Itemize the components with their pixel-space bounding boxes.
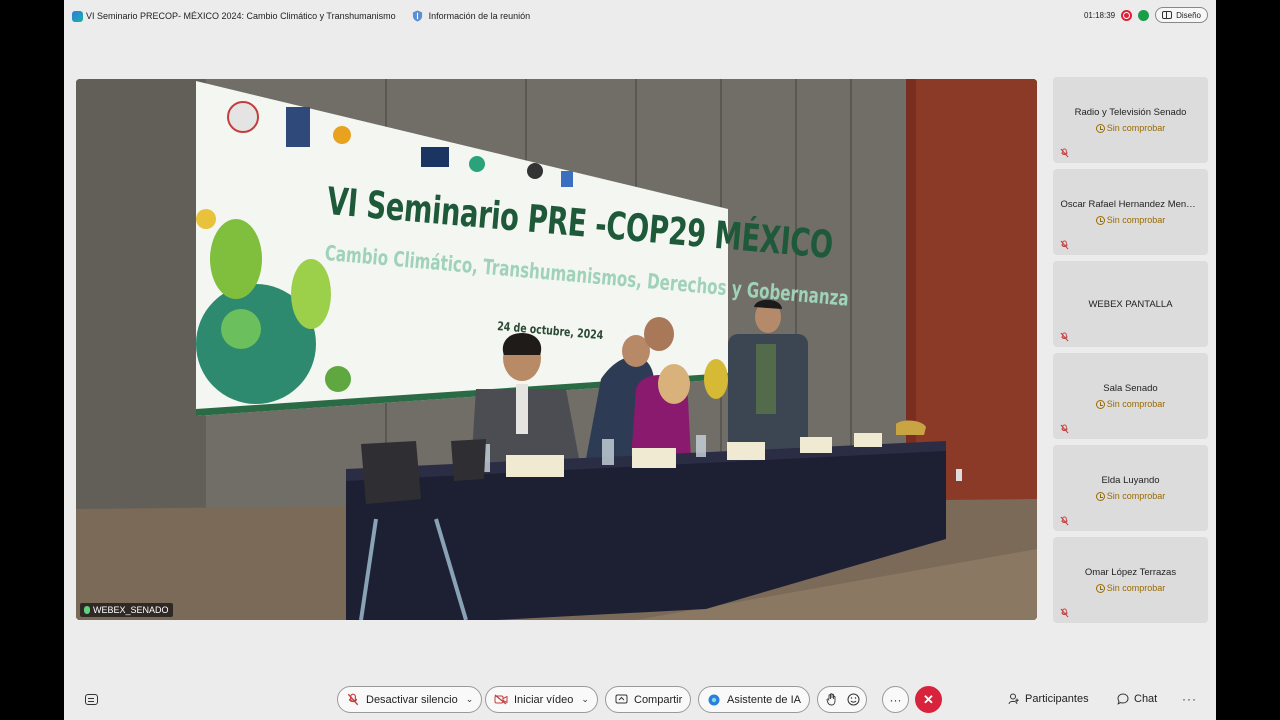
unmute-button[interactable]: Desactivar silencio ⌄ bbox=[337, 686, 483, 713]
mic-muted-icon bbox=[1060, 516, 1069, 526]
more-menu-button[interactable]: ··· bbox=[1182, 692, 1197, 706]
shield-icon[interactable] bbox=[412, 10, 423, 22]
participants-label: Participantes bbox=[1025, 693, 1089, 705]
participant-name: Radio y Televisión Senado bbox=[1074, 107, 1187, 118]
participant-tile[interactable]: Radio y Televisión Senado Sin comprobar bbox=[1053, 77, 1208, 163]
signal-icon[interactable] bbox=[1138, 9, 1150, 21]
camera-off-icon bbox=[494, 693, 508, 707]
participant-tile[interactable]: Elda Luyando Sin comprobar bbox=[1053, 445, 1208, 531]
title-left: VI Seminario PRECOP- MÉXICO 2024: Cambio… bbox=[72, 10, 530, 22]
layout-icon bbox=[1162, 11, 1173, 19]
clock-icon bbox=[1095, 399, 1105, 409]
chevron-down-icon[interactable]: ⌄ bbox=[581, 694, 589, 705]
person-icon bbox=[1008, 693, 1019, 705]
clock-icon bbox=[1095, 123, 1105, 133]
captions-icon[interactable] bbox=[85, 694, 98, 705]
title-right: 01:18:39 Diseño bbox=[1084, 7, 1208, 23]
participant-tile[interactable]: WEBEX PANTALLA bbox=[1053, 261, 1208, 347]
chat-icon bbox=[1117, 693, 1129, 705]
unmute-label: Desactivar silencio bbox=[366, 693, 458, 706]
video-name: WEBEX_SENADO bbox=[93, 605, 169, 615]
main-video[interactable]: VI Seminario PRE -COP29 MÉXICO Cambio Cl… bbox=[76, 79, 1037, 620]
participant-tile[interactable]: Omar López Terrazas Sin comprobar bbox=[1053, 537, 1208, 623]
clock-icon bbox=[1095, 491, 1105, 501]
participant-name: Sala Senado bbox=[1103, 383, 1158, 394]
mic-muted-icon bbox=[1060, 240, 1069, 250]
hand-icon[interactable] bbox=[824, 693, 838, 707]
ai-assistant-label: Asistente de IA bbox=[727, 693, 801, 706]
participant-status: Sin comprobar bbox=[1095, 583, 1165, 593]
share-label: Compartir bbox=[634, 693, 683, 706]
participants-panel: Radio y Televisión Senado Sin comprobar … bbox=[1053, 77, 1208, 629]
ai-icon bbox=[707, 693, 721, 707]
ai-assistant-button[interactable]: Asistente de IA bbox=[698, 686, 810, 713]
meeting-toolbar: Desactivar silencio ⌄ Iniciar vídeo ⌄ Co… bbox=[64, 680, 1216, 720]
participant-status: Sin comprobar bbox=[1095, 399, 1165, 409]
leave-button[interactable]: ✕ bbox=[915, 686, 942, 713]
participant-name: WEBEX PANTALLA bbox=[1088, 298, 1173, 310]
start-video-button[interactable]: Iniciar vídeo ⌄ bbox=[485, 686, 598, 713]
participant-name: Oscar Rafael Hernandez Meneses bbox=[1060, 199, 1201, 210]
participant-name: Elda Luyando bbox=[1101, 475, 1160, 486]
chat-label: Chat bbox=[1134, 693, 1158, 705]
mic-muted-icon bbox=[346, 693, 360, 707]
participant-status: Sin comprobar bbox=[1095, 491, 1165, 501]
mic-muted-icon bbox=[1060, 148, 1069, 158]
participant-status: Sin comprobar bbox=[1095, 215, 1165, 225]
share-icon bbox=[614, 693, 628, 707]
meeting-title: VI Seminario PRECOP- MÉXICO 2024: Cambio… bbox=[86, 11, 396, 21]
participant-tile[interactable]: Sala Senado Sin comprobar bbox=[1053, 353, 1208, 439]
participant-tile[interactable]: Oscar Rafael Hernandez Meneses Sin compr… bbox=[1053, 169, 1208, 255]
meeting-info-link[interactable]: Información de la reunión bbox=[429, 11, 531, 21]
emoji-icon[interactable] bbox=[846, 693, 860, 707]
layout-button[interactable]: Diseño bbox=[1155, 7, 1208, 23]
share-button[interactable]: Compartir bbox=[605, 686, 692, 713]
reactions-group bbox=[817, 686, 867, 713]
participant-name: Omar López Terrazas bbox=[1084, 567, 1177, 578]
layout-label: Diseño bbox=[1176, 10, 1201, 20]
chevron-down-icon[interactable]: ⌄ bbox=[466, 694, 474, 705]
more-options-button[interactable]: ··· bbox=[882, 686, 909, 713]
webex-window: VI Seminario PRECOP- MÉXICO 2024: Cambio… bbox=[64, 0, 1216, 720]
app-logo-icon bbox=[72, 10, 83, 22]
participant-status: Sin comprobar bbox=[1095, 123, 1165, 133]
record-icon[interactable] bbox=[1121, 9, 1133, 21]
mic-muted-icon bbox=[1060, 332, 1069, 342]
mic-muted-icon bbox=[1060, 424, 1069, 434]
meeting-timer: 01:18:39 bbox=[1083, 10, 1116, 20]
video-name-label: WEBEX_SENADO bbox=[80, 603, 173, 617]
title-bar: VI Seminario PRECOP- MÉXICO 2024: Cambio… bbox=[64, 0, 1216, 32]
chat-button[interactable]: Chat bbox=[1117, 693, 1157, 705]
clock-icon bbox=[1095, 215, 1105, 225]
mic-icon bbox=[84, 606, 90, 614]
clock-icon bbox=[1095, 583, 1105, 593]
mic-muted-icon bbox=[1060, 608, 1069, 618]
participants-button[interactable]: Participantes bbox=[1008, 693, 1089, 705]
video-scene bbox=[76, 79, 1037, 620]
start-video-label: Iniciar vídeo bbox=[514, 693, 574, 706]
